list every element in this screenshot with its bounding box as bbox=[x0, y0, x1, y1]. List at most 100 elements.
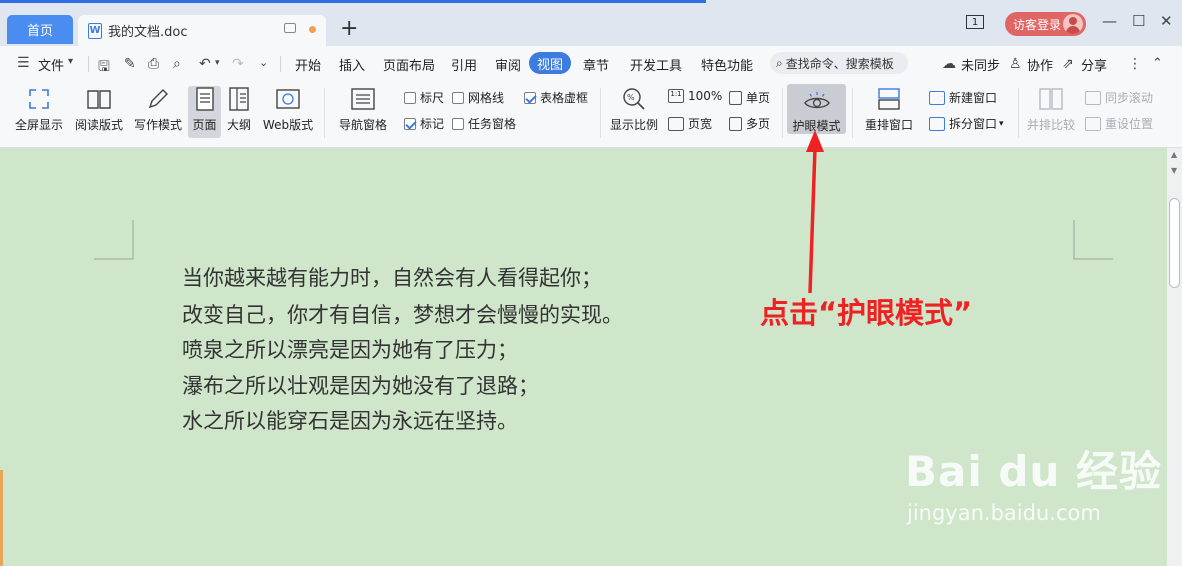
document-line[interactable]: 当你越来越有能力时，自然会有人看得起你； bbox=[182, 262, 602, 292]
window-pin-icon[interactable] bbox=[284, 23, 296, 33]
more-dropdown-icon[interactable]: ⌄ bbox=[259, 56, 268, 69]
share-button[interactable]: 分享 bbox=[1081, 55, 1107, 74]
menu-insert[interactable]: 插入 bbox=[339, 55, 365, 74]
read-mode-button[interactable]: 阅读版式 bbox=[72, 86, 126, 133]
menu-developer[interactable]: 开发工具 bbox=[630, 55, 682, 74]
page-view-label: 页面 bbox=[192, 118, 217, 132]
compare-icon bbox=[1039, 88, 1063, 110]
table-gridlines-checkbox[interactable]: 表格虚框 bbox=[524, 89, 588, 106]
scroll-page-icon[interactable]: ▼ bbox=[1171, 166, 1177, 175]
sync-scroll-button[interactable]: 同步滚动 bbox=[1085, 89, 1153, 106]
ruler-checkbox[interactable]: 标尺 bbox=[404, 89, 444, 106]
nav-pane-label: 导航窗格 bbox=[338, 118, 387, 132]
divider bbox=[88, 56, 89, 72]
book-icon bbox=[87, 90, 111, 109]
guest-login-button[interactable]: 访客登录 bbox=[1005, 12, 1086, 36]
zoom-100-button[interactable]: 1:1 100% bbox=[668, 89, 722, 103]
multi-page-icon bbox=[729, 116, 742, 131]
collapse-ribbon-icon[interactable]: ⌃ bbox=[1152, 56, 1163, 71]
chevron-down-icon[interactable]: ▾ bbox=[68, 56, 73, 67]
guest-login-label: 访客登录 bbox=[1013, 17, 1062, 32]
multi-page-button[interactable]: 多页 bbox=[729, 115, 770, 132]
menu-start[interactable]: 开始 bbox=[295, 55, 321, 74]
zoom-label: 显示比例 bbox=[609, 118, 658, 132]
more-options-icon[interactable]: ⋮ bbox=[1128, 56, 1142, 72]
gridlines-label: 网格线 bbox=[468, 91, 505, 105]
menu-page-layout[interactable]: 页面布局 bbox=[383, 55, 435, 74]
task-pane-label: 任务窗格 bbox=[468, 117, 517, 131]
compare-button[interactable]: 并排比较 bbox=[1025, 86, 1077, 133]
nav-pane-icon bbox=[351, 88, 375, 110]
undo-dropdown-icon[interactable]: ▾ bbox=[215, 58, 220, 68]
document-canvas[interactable]: 当你越来越有能力时，自然会有人看得起你； 改变自己，你才有自信，梦想才会慢慢的实… bbox=[0, 148, 1167, 566]
desktop-edge bbox=[0, 470, 3, 566]
print-icon[interactable]: ⎙ bbox=[148, 56, 159, 72]
redo-icon[interactable]: ↷ bbox=[232, 56, 244, 72]
zoom-button[interactable]: % 显示比例 bbox=[608, 86, 660, 133]
vertical-scrollbar[interactable]: ▲ ▼ bbox=[1167, 148, 1182, 566]
format-painter-icon[interactable]: ✎ bbox=[124, 56, 136, 72]
multi-page-label: 多页 bbox=[746, 117, 771, 131]
print-preview-icon[interactable]: ⌕ bbox=[173, 56, 181, 72]
menu-references[interactable]: 引用 bbox=[451, 55, 477, 74]
maximize-button[interactable]: ☐ bbox=[1132, 12, 1145, 30]
task-pane-check-icon bbox=[452, 117, 464, 130]
scroll-up-icon[interactable]: ▲ bbox=[1171, 150, 1177, 159]
zoom-icon: % bbox=[623, 88, 645, 110]
tab-home[interactable]: 首页 bbox=[7, 15, 73, 44]
marks-checkbox[interactable]: 标记 bbox=[404, 115, 444, 132]
new-tab-button[interactable]: + bbox=[340, 18, 358, 40]
menu-review[interactable]: 审阅 bbox=[495, 55, 521, 74]
annotation-arrow bbox=[806, 130, 824, 294]
menu-special[interactable]: 特色功能 bbox=[701, 55, 753, 74]
margin-corner-top-left bbox=[94, 220, 134, 260]
title-bar: 首页 W 我的文档.doc + 1 访客登录 — ☐ ✕ bbox=[0, 0, 1182, 46]
write-mode-button[interactable]: 写作模式 bbox=[132, 86, 184, 133]
document-line[interactable]: 喷泉之所以漂亮是因为她有了压力； bbox=[182, 334, 518, 364]
nav-pane-button[interactable]: 导航窗格 bbox=[332, 86, 394, 133]
rearrange-label: 重排窗口 bbox=[864, 118, 913, 132]
chevron-down-icon: ▾ bbox=[999, 118, 1004, 129]
divider bbox=[852, 88, 853, 138]
document-tab-title: 我的文档.doc bbox=[108, 25, 188, 40]
menu-view-active[interactable]: 视图 bbox=[529, 52, 571, 74]
wps-writer-window: 首页 W 我的文档.doc + 1 访客登录 — ☐ ✕ ☰ 文件 ▾ 🖫 ✎ … bbox=[0, 0, 1182, 566]
menu-bar: ☰ 文件 ▾ 🖫 ✎ ⎙ ⌕ ↶ ▾ ↷ ⌄ 开始 插入 页面布局 引用 审阅 … bbox=[0, 46, 1182, 80]
divider bbox=[1018, 88, 1019, 138]
single-page-label: 单页 bbox=[746, 91, 771, 105]
menu-file[interactable]: 文件 bbox=[38, 55, 64, 74]
rearrange-window-button[interactable]: 重排窗口 bbox=[859, 86, 919, 133]
page-count-icon[interactable]: 1 bbox=[966, 15, 984, 29]
document-line[interactable]: 瀑布之所以壮观是因为她没有了退路； bbox=[182, 370, 539, 400]
split-window-icon bbox=[929, 116, 945, 131]
progress-line bbox=[0, 0, 706, 3]
gridlines-checkbox[interactable]: 网格线 bbox=[452, 89, 504, 106]
single-page-button[interactable]: 单页 bbox=[729, 89, 770, 106]
save-icon[interactable]: 🖫 bbox=[98, 56, 110, 80]
outline-button[interactable]: 大纲 bbox=[225, 86, 253, 133]
close-button[interactable]: ✕ bbox=[1160, 12, 1173, 30]
undo-icon[interactable]: ↶ bbox=[199, 56, 211, 72]
tab-document[interactable]: W 我的文档.doc bbox=[78, 15, 326, 46]
split-window-button[interactable]: 拆分窗口 ▾ bbox=[929, 115, 1004, 132]
minimize-button[interactable]: — bbox=[1102, 12, 1117, 30]
page-width-button[interactable]: 页宽 bbox=[668, 115, 712, 132]
reset-position-button[interactable]: 重设位置 bbox=[1085, 115, 1153, 132]
annotation-label: 点击“护眼模式” bbox=[760, 296, 973, 330]
document-line[interactable]: 改变自己，你才有自信，梦想才会慢慢的实现。 bbox=[182, 299, 623, 329]
page-width-icon bbox=[668, 116, 684, 131]
menu-chapter[interactable]: 章节 bbox=[583, 55, 609, 74]
eye-mode-button[interactable]: 护眼模式 bbox=[787, 84, 846, 134]
task-pane-checkbox[interactable]: 任务窗格 bbox=[452, 115, 516, 132]
scrollbar-thumb[interactable] bbox=[1169, 198, 1180, 288]
fullscreen-button[interactable]: 全屏显示 bbox=[14, 86, 64, 133]
page-view-button[interactable]: 页面 bbox=[188, 86, 221, 138]
web-layout-button[interactable]: Web版式 bbox=[259, 86, 317, 133]
new-window-button[interactable]: 新建窗口 bbox=[929, 89, 997, 106]
document-line[interactable]: 水之所以能穿石是因为永远在坚持。 bbox=[182, 405, 518, 435]
collab-button[interactable]: 协作 bbox=[1027, 55, 1053, 74]
reset-position-label: 重设位置 bbox=[1105, 117, 1154, 131]
hamburger-icon[interactable]: ☰ bbox=[17, 55, 30, 71]
sync-status[interactable]: 未同步 bbox=[961, 55, 1000, 74]
command-search-input[interactable]: ⌕ 查找命令、搜索模板 bbox=[770, 52, 908, 74]
